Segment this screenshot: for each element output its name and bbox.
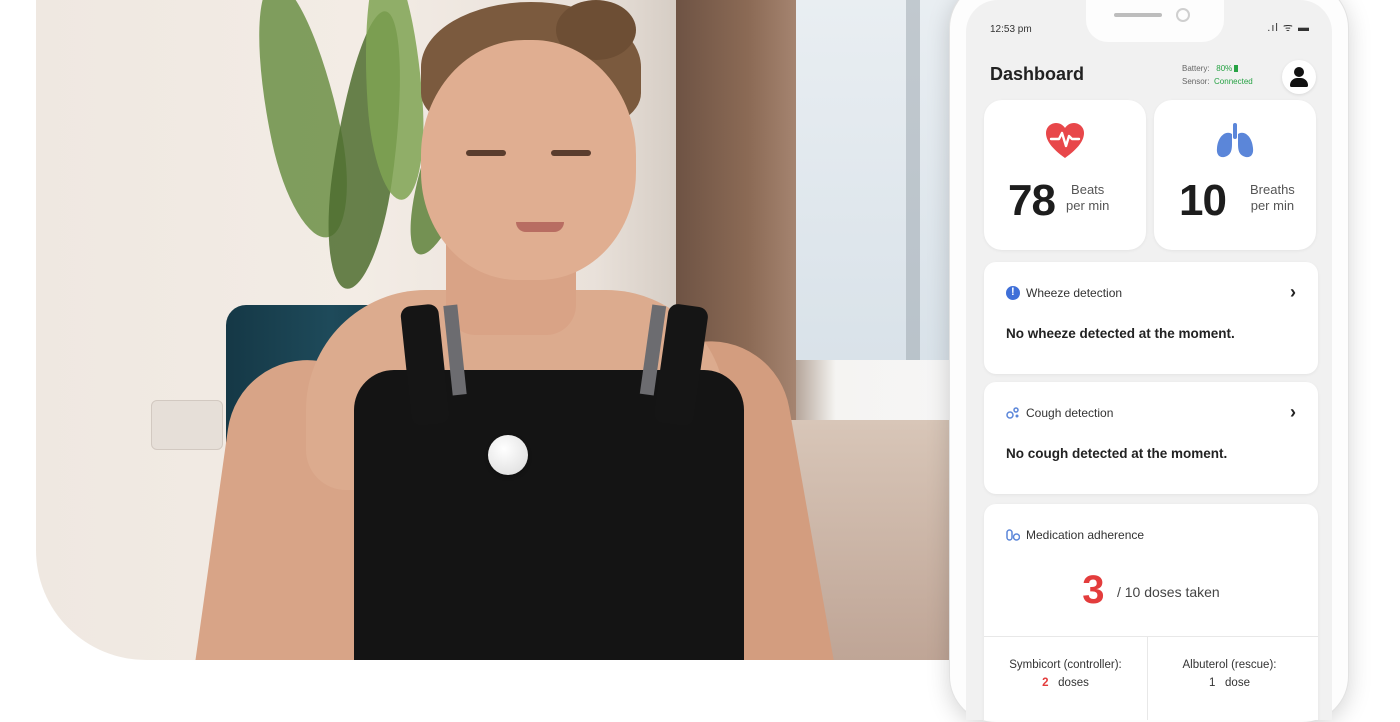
doses-taken-value: 3 <box>1082 568 1105 612</box>
phone-screen: 12:53 pm .ıl ᯤ ▬ Dashboard Battery: 80% … <box>966 0 1332 720</box>
info-icon <box>1006 286 1020 300</box>
pills-icon <box>1006 529 1020 541</box>
heart-rate-unit-line1: Beats <box>1071 182 1105 197</box>
battery-icon <box>1234 65 1239 73</box>
breathing-rate-card[interactable]: 10 Breaths per min <box>1154 100 1316 250</box>
controller-unit: doses <box>1058 677 1089 689</box>
window-frame <box>906 0 920 360</box>
controller-medication: Symbicort (controller): 2 doses <box>984 656 1147 692</box>
cough-icon <box>1006 407 1019 419</box>
wheeze-detection-card[interactable]: Wheeze detection › No wheeze detected at… <box>984 262 1318 374</box>
cough-detection-card[interactable]: Cough detection › No cough detected at t… <box>984 382 1318 494</box>
breathing-rate-unit-line2: per min <box>1250 198 1295 213</box>
person-eye <box>466 150 506 156</box>
rescue-doses: 1 <box>1209 677 1216 689</box>
status-time: 12:53 pm <box>990 24 1032 35</box>
cough-title: Cough detection <box>1026 406 1114 420</box>
person-face <box>421 40 636 280</box>
sensor-label: Sensor: <box>1182 77 1210 86</box>
cough-card-header: Cough detection <box>1006 406 1113 420</box>
heart-rate-card[interactable]: 78 Beats per min <box>984 100 1146 250</box>
battery-label: Battery: <box>1182 64 1210 73</box>
wheeze-card-header: Wheeze detection <box>1006 286 1122 300</box>
device-status: Battery: 80% Sensor: Connected <box>1182 62 1253 88</box>
rescue-medication: Albuterol (rescue): 1 dose <box>1148 656 1311 692</box>
medication-adherence-card[interactable]: Medication adherence 3 / 10 doses taken … <box>984 504 1318 720</box>
wearable-sensor <box>488 435 528 475</box>
heart-rate-unit: Beats per min <box>1066 182 1109 214</box>
rescue-unit: dose <box>1225 677 1250 689</box>
divider <box>984 636 1318 637</box>
phone-mockup: 12:53 pm .ıl ᯤ ▬ Dashboard Battery: 80% … <box>950 0 1348 722</box>
lungs-icon <box>1216 123 1254 158</box>
dashboard-header: Dashboard Battery: 80% Sensor: Connected <box>990 60 1320 100</box>
heart-rate-unit-line2: per min <box>1066 198 1110 213</box>
rescue-label: Albuterol (rescue): <box>1182 659 1277 671</box>
profile-button[interactable] <box>1282 60 1316 94</box>
page-title: Dashboard <box>990 64 1085 84</box>
medication-card-header: Medication adherence <box>1006 528 1144 542</box>
chevron-right-icon[interactable]: › <box>1290 282 1296 303</box>
background-window <box>796 0 966 360</box>
phone-notch <box>1086 0 1224 42</box>
cough-message: No cough detected at the moment. <box>1006 446 1228 461</box>
system-icons: .ıl ᯤ ▬ <box>1267 22 1310 34</box>
heart-rate-icon <box>1046 123 1084 158</box>
person-mouth <box>516 222 564 232</box>
wheeze-title: Wheeze detection <box>1026 286 1123 300</box>
user-icon-body <box>1290 78 1308 87</box>
person-eye <box>551 150 591 156</box>
breathing-rate-unit: Breaths per min <box>1250 182 1295 214</box>
medication-title: Medication adherence <box>1026 528 1145 542</box>
breathing-rate-value: 10 <box>1179 176 1227 225</box>
doses-total-text: / 10 doses taken <box>1116 584 1220 600</box>
hero-photo <box>36 0 966 660</box>
doses-count: 3 / 10 doses taken <box>984 568 1318 613</box>
wheeze-message: No wheeze detected at the moment. <box>1006 326 1235 341</box>
user-icon <box>1294 67 1304 77</box>
chevron-right-icon[interactable]: › <box>1290 402 1296 423</box>
controller-doses: 2 <box>1042 677 1049 689</box>
breathing-rate-unit-line1: Breaths <box>1250 182 1295 197</box>
heart-rate-value: 78 <box>1008 176 1056 225</box>
battery-value: 80% <box>1216 64 1233 73</box>
speaker-grille <box>1114 13 1162 17</box>
sensor-status: Connected <box>1214 77 1253 86</box>
controller-label: Symbicort (controller): <box>1009 659 1122 671</box>
front-camera <box>1176 8 1190 22</box>
wall-socket <box>151 400 223 450</box>
